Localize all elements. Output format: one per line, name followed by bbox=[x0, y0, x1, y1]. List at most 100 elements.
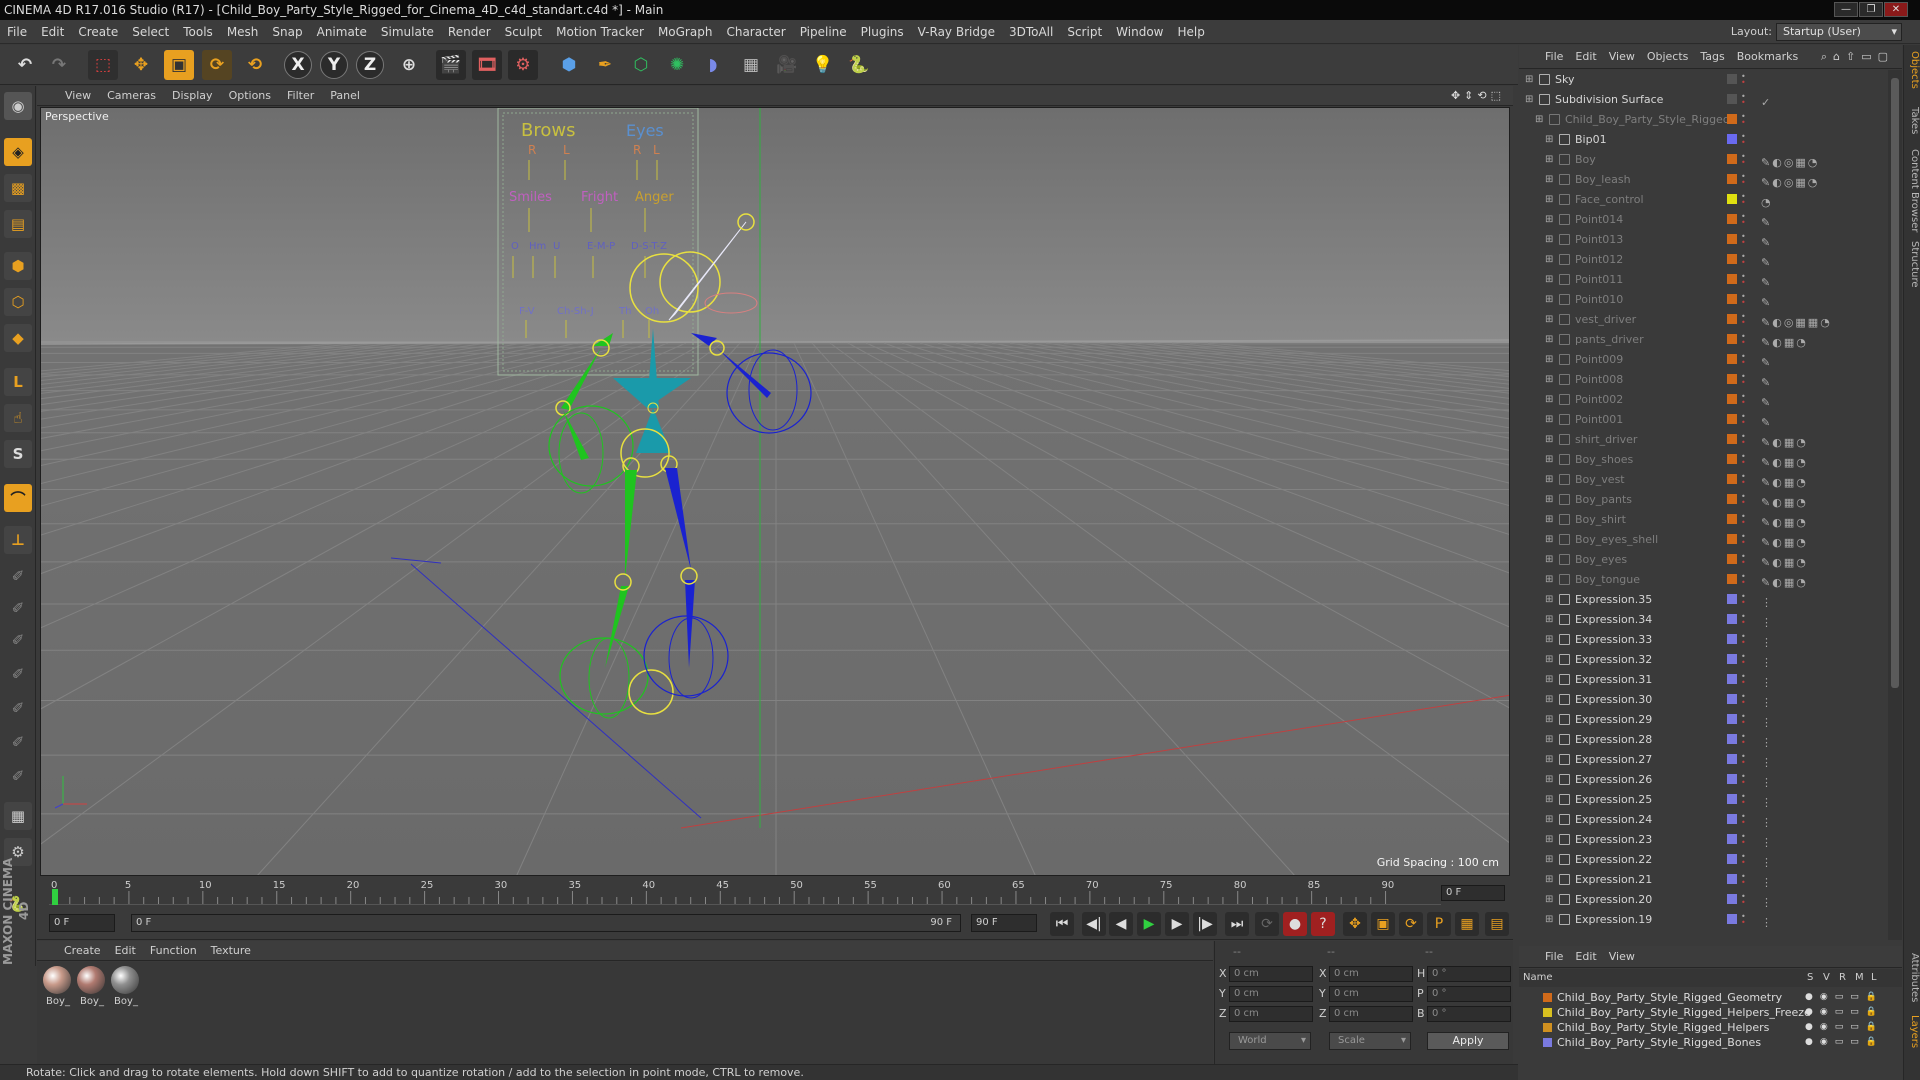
object-name[interactable]: Face_control bbox=[1575, 190, 1644, 210]
pos-z-field[interactable]: 0 cm bbox=[1229, 1006, 1313, 1022]
menu-item-16[interactable]: V-Ray Bridge bbox=[911, 20, 1002, 44]
menu-item-19[interactable]: Window bbox=[1109, 20, 1170, 44]
expand-toggle-icon[interactable]: ⊞ bbox=[1545, 430, 1553, 450]
object-name[interactable]: Point001 bbox=[1575, 410, 1623, 430]
menu-item-3[interactable]: Select bbox=[125, 20, 176, 44]
layer-color-swatch[interactable] bbox=[1543, 1038, 1552, 1047]
object-row[interactable]: ⊞ Expression.19 • • ⋮ bbox=[1519, 910, 1887, 930]
visibility-dots-icon[interactable]: • • bbox=[1741, 693, 1746, 707]
expand-toggle-icon[interactable]: ⊞ bbox=[1545, 790, 1553, 810]
object-row[interactable]: ⊞ Expression.23 • • ⋮ bbox=[1519, 830, 1887, 850]
object-row[interactable]: ⊞ pants_driver • • ✎◐▦◔ bbox=[1519, 330, 1887, 350]
layer-color-swatch[interactable] bbox=[1727, 654, 1737, 664]
coordinate-system-icon[interactable]: ⊕ bbox=[394, 50, 424, 80]
layer-color-swatch[interactable] bbox=[1727, 914, 1737, 924]
object-manager-nav-icons[interactable]: ⌕⌂⇧▭▢ bbox=[1821, 45, 1894, 69]
visibility-dots-icon[interactable]: • • bbox=[1741, 493, 1746, 507]
coordinate-space-dropdown[interactable]: World ▾ bbox=[1229, 1032, 1311, 1050]
scrollbar-thumb[interactable] bbox=[1891, 78, 1899, 688]
layer-color-swatch[interactable] bbox=[1727, 874, 1737, 884]
go-to-end-icon[interactable]: ⏭ bbox=[1225, 912, 1249, 936]
polygons-mode-icon[interactable]: ◆ bbox=[4, 324, 32, 352]
maximize-button[interactable]: ❐ bbox=[1859, 2, 1883, 17]
material-menu-item-1[interactable]: Edit bbox=[108, 941, 143, 961]
visibility-dots-icon[interactable]: • • bbox=[1741, 653, 1746, 667]
object-row[interactable]: ⊞ Point012 • • ✎ bbox=[1519, 250, 1887, 270]
object-name[interactable]: pants_driver bbox=[1575, 330, 1644, 350]
expand-toggle-icon[interactable]: ⊞ bbox=[1545, 770, 1553, 790]
object-row[interactable]: ⊞ Expression.30 • • ⋮ bbox=[1519, 690, 1887, 710]
texture-mode-icon[interactable]: ▩ bbox=[4, 174, 32, 202]
expand-toggle-icon[interactable]: ⊞ bbox=[1545, 470, 1553, 490]
previous-key-icon[interactable]: ◀| bbox=[1082, 912, 1106, 936]
object-menu-item-5[interactable]: Bookmarks bbox=[1731, 45, 1804, 69]
viewport-menu-item-4[interactable]: Filter bbox=[279, 86, 322, 106]
layer-color-swatch[interactable] bbox=[1727, 334, 1737, 344]
visibility-dots-icon[interactable]: • • bbox=[1741, 453, 1746, 467]
pos-y-field[interactable]: 0 cm bbox=[1229, 986, 1313, 1002]
next-key-icon[interactable]: |▶ bbox=[1193, 912, 1217, 936]
expand-toggle-icon[interactable]: ⊞ bbox=[1545, 170, 1553, 190]
object-name[interactable]: Boy_shirt bbox=[1575, 510, 1626, 530]
expand-toggle-icon[interactable]: ⊞ bbox=[1545, 370, 1553, 390]
object-row[interactable]: ⊞ Point001 • • ✎ bbox=[1519, 410, 1887, 430]
object-row[interactable]: ⊞ Boy • • ✎◐◎▦◔ bbox=[1519, 150, 1887, 170]
expand-toggle-icon[interactable]: ⊞ bbox=[1545, 550, 1553, 570]
layer-menu-item-2[interactable]: View bbox=[1603, 946, 1641, 968]
render-settings-icon[interactable]: ⚙ bbox=[508, 50, 538, 80]
expand-toggle-icon[interactable]: ⊞ bbox=[1545, 310, 1553, 330]
menu-item-5[interactable]: Mesh bbox=[220, 20, 266, 44]
material-menu-item-2[interactable]: Function bbox=[143, 941, 204, 961]
deformer-icon[interactable]: ◗ bbox=[698, 50, 728, 80]
visibility-dots-icon[interactable]: • • bbox=[1741, 513, 1746, 527]
layer-color-swatch[interactable] bbox=[1727, 594, 1737, 604]
layer-color-swatch[interactable] bbox=[1727, 314, 1737, 324]
object-name[interactable]: Expression.24 bbox=[1575, 810, 1652, 830]
expand-toggle-icon[interactable]: ⊞ bbox=[1545, 610, 1553, 630]
key-parameter-icon[interactable]: P bbox=[1427, 912, 1451, 936]
layer-color-swatch[interactable] bbox=[1727, 494, 1737, 504]
light-icon[interactable]: 💡 bbox=[808, 50, 838, 80]
expand-toggle-icon[interactable]: ⊞ bbox=[1545, 530, 1553, 550]
object-name[interactable]: Boy_eyes bbox=[1575, 550, 1627, 570]
undo-icon[interactable]: ↶ bbox=[10, 50, 40, 80]
object-name[interactable]: Point013 bbox=[1575, 230, 1623, 250]
object-row[interactable]: ⊞ Boy_tongue • • ✎◐▦◔ bbox=[1519, 570, 1887, 590]
material-menu-item-3[interactable]: Texture bbox=[204, 941, 258, 961]
menu-item-11[interactable]: Motion Tracker bbox=[549, 20, 651, 44]
object-name[interactable]: Point008 bbox=[1575, 370, 1623, 390]
visibility-dots-icon[interactable]: • • bbox=[1741, 633, 1746, 647]
viewport-camera-label[interactable]: Perspective bbox=[45, 110, 109, 123]
object-name[interactable]: Point012 bbox=[1575, 250, 1623, 270]
object-row[interactable]: ⊞ Expression.35 • • ⋮ bbox=[1519, 590, 1887, 610]
layer-color-swatch[interactable] bbox=[1727, 174, 1737, 184]
object-name[interactable]: Point011 bbox=[1575, 270, 1623, 290]
layer-color-swatch[interactable] bbox=[1543, 1023, 1552, 1032]
perspective-viewport[interactable]: Brows Eyes R L R L Smiles Fright Anger O… bbox=[40, 107, 1510, 876]
menu-item-8[interactable]: Simulate bbox=[374, 20, 441, 44]
visibility-dots-icon[interactable]: • • bbox=[1741, 333, 1746, 347]
object-row[interactable]: ⊞ vest_driver • • ✎◐◎▦▦◔ bbox=[1519, 310, 1887, 330]
visibility-dots-icon[interactable]: • • bbox=[1741, 753, 1746, 767]
visibility-dots-icon[interactable]: • • bbox=[1741, 853, 1746, 867]
cube-icon[interactable]: ⬢ bbox=[554, 50, 584, 80]
expand-toggle-icon[interactable]: ⊞ bbox=[1545, 730, 1553, 750]
camera-icon[interactable]: 🎥 bbox=[772, 50, 802, 80]
layer-flags-icons[interactable]: ●◉▭▭🔒 bbox=[1805, 1005, 1884, 1020]
object-name[interactable]: Expression.19 bbox=[1575, 910, 1652, 930]
expand-toggle-icon[interactable]: ⊞ bbox=[1545, 890, 1553, 910]
layer-color-swatch[interactable] bbox=[1543, 1008, 1552, 1017]
expand-toggle-icon[interactable]: ⊞ bbox=[1545, 570, 1553, 590]
object-row[interactable]: ⊞ Expression.32 • • ⋮ bbox=[1519, 650, 1887, 670]
visibility-dots-icon[interactable]: • • bbox=[1741, 173, 1746, 187]
object-row[interactable]: ⊞ Boy_eyes • • ✎◐▦◔ bbox=[1519, 550, 1887, 570]
viewport-menu-item-5[interactable]: Panel bbox=[322, 86, 368, 106]
layer-color-swatch[interactable] bbox=[1727, 834, 1737, 844]
layer-color-swatch[interactable] bbox=[1727, 254, 1737, 264]
object-manager-scrollbar[interactable] bbox=[1888, 70, 1902, 940]
layer-color-swatch[interactable] bbox=[1727, 554, 1737, 564]
axis-mode-icon[interactable]: L bbox=[4, 368, 32, 396]
menu-item-2[interactable]: Create bbox=[71, 20, 125, 44]
material-swatch[interactable]: Boy_ bbox=[77, 966, 107, 1007]
object-row[interactable]: ⊞ Boy_pants • • ✎◐▦◔ bbox=[1519, 490, 1887, 510]
